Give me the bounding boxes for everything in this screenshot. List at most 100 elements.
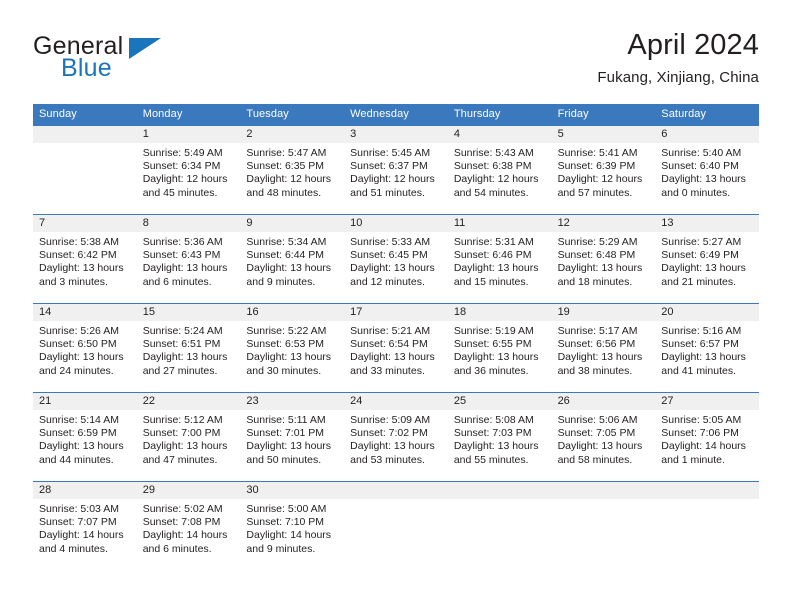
day-number[interactable]: 7: [33, 215, 137, 232]
sunrise-text: Sunrise: 5:31 AM: [453, 236, 534, 248]
daylight-text-line1: Daylight: 13 hours: [39, 262, 124, 275]
daylight-text-line1: Daylight: 13 hours: [39, 440, 124, 453]
day-cell[interactable]: Sunrise: 5:14 AM Sunset: 6:59 PM Dayligh…: [33, 410, 137, 481]
daylight-text-line1: Daylight: 13 hours: [350, 440, 435, 453]
daylight-text-line2: and 27 minutes.: [142, 364, 218, 377]
daylight-text-line2: and 55 minutes.: [453, 453, 529, 466]
daylight-text-line2: and 21 minutes.: [661, 275, 736, 288]
day-number[interactable]: 19: [552, 304, 656, 321]
day-cell[interactable]: Sunrise: 5:24 AM Sunset: 6:51 PM Dayligh…: [137, 321, 241, 392]
sunset-text: Sunset: 6:37 PM: [350, 160, 428, 173]
day-number[interactable]: 29: [137, 482, 241, 499]
day-number[interactable]: 4: [448, 126, 552, 143]
day-cell[interactable]: Sunrise: 5:34 AM Sunset: 6:44 PM Dayligh…: [240, 232, 344, 303]
day-cell[interactable]: Sunrise: 5:11 AM Sunset: 7:01 PM Dayligh…: [240, 410, 344, 481]
day-number[interactable]: 18: [448, 304, 552, 321]
sunrise-text: Sunrise: 5:09 AM: [350, 414, 431, 426]
day-cell[interactable]: Sunrise: 5:49 AM Sunset: 6:34 PM Dayligh…: [137, 143, 241, 214]
daylight-text-line2: and 24 minutes.: [39, 364, 114, 377]
week-daynumber-band: 21 22 23 24 25 26 27: [33, 393, 759, 410]
day-number[interactable]: 1: [137, 126, 241, 143]
day-number[interactable]: 23: [240, 393, 344, 410]
day-cell[interactable]: Sunrise: 5:06 AM Sunset: 7:05 PM Dayligh…: [552, 410, 656, 481]
day-cell[interactable]: Sunrise: 5:22 AM Sunset: 6:53 PM Dayligh…: [240, 321, 344, 392]
day-number[interactable]: 11: [448, 215, 552, 232]
day-number[interactable]: 20: [655, 304, 759, 321]
sunset-text: Sunset: 6:42 PM: [39, 249, 117, 262]
sunset-text: Sunset: 6:51 PM: [142, 338, 221, 351]
day-number[interactable]: 8: [137, 215, 241, 232]
day-cell[interactable]: Sunrise: 5:16 AM Sunset: 6:57 PM Dayligh…: [655, 321, 759, 392]
day-number[interactable]: 24: [344, 393, 448, 410]
week-detail-band: Sunrise: 5:49 AM Sunset: 6:34 PM Dayligh…: [33, 143, 759, 214]
daylight-text-line1: Daylight: 12 hours: [246, 173, 332, 186]
general-blue-logo[interactable]: General Blue: [33, 34, 163, 90]
day-cell[interactable]: Sunrise: 5:26 AM Sunset: 6:50 PM Dayligh…: [33, 321, 137, 392]
day-cell[interactable]: Sunrise: 5:36 AM Sunset: 6:43 PM Dayligh…: [137, 232, 241, 303]
day-cell[interactable]: Sunrise: 5:09 AM Sunset: 7:02 PM Dayligh…: [344, 410, 448, 481]
day-number[interactable]: 27: [655, 393, 759, 410]
day-cell[interactable]: Sunrise: 5:38 AM Sunset: 6:42 PM Dayligh…: [33, 232, 137, 303]
day-cell[interactable]: Sunrise: 5:02 AM Sunset: 7:08 PM Dayligh…: [137, 499, 241, 570]
day-cell[interactable]: Sunrise: 5:27 AM Sunset: 6:49 PM Dayligh…: [655, 232, 759, 303]
day-number[interactable]: 17: [344, 304, 448, 321]
sunrise-text: Sunrise: 5:27 AM: [661, 236, 742, 248]
daylight-text-line1: Daylight: 14 hours: [142, 529, 228, 542]
day-cell[interactable]: Sunrise: 5:41 AM Sunset: 6:39 PM Dayligh…: [552, 143, 656, 214]
sunset-text: Sunset: 6:40 PM: [661, 160, 739, 173]
sunset-text: Sunset: 7:06 PM: [661, 427, 739, 440]
weekday-header-friday: Friday: [557, 108, 589, 120]
day-cell[interactable]: Sunrise: 5:31 AM Sunset: 6:46 PM Dayligh…: [448, 232, 552, 303]
day-number[interactable]: 21: [33, 393, 137, 410]
daylight-text-line2: and 58 minutes.: [557, 453, 633, 466]
day-cell[interactable]: Sunrise: 5:47 AM Sunset: 6:35 PM Dayligh…: [240, 143, 344, 214]
day-number[interactable]: 13: [655, 215, 759, 232]
day-number[interactable]: 12: [552, 215, 656, 232]
day-number[interactable]: 22: [137, 393, 241, 410]
day-cell[interactable]: Sunrise: 5:45 AM Sunset: 6:37 PM Dayligh…: [344, 143, 448, 214]
day-cell[interactable]: Sunrise: 5:29 AM Sunset: 6:48 PM Dayligh…: [552, 232, 656, 303]
calendar-week-row: 21 22 23 24 25 26 27 Sunrise: 5:14 AM Su…: [33, 392, 759, 481]
day-number[interactable]: 10: [344, 215, 448, 232]
sunset-text: Sunset: 6:38 PM: [453, 160, 532, 173]
day-number[interactable]: 14: [33, 304, 137, 321]
day-cell[interactable]: Sunrise: 5:17 AM Sunset: 6:56 PM Dayligh…: [552, 321, 656, 392]
day-cell[interactable]: Sunrise: 5:43 AM Sunset: 6:38 PM Dayligh…: [448, 143, 552, 214]
weekday-header-saturday: Saturday: [661, 108, 707, 120]
day-number[interactable]: 26: [552, 393, 656, 410]
day-number[interactable]: 25: [448, 393, 552, 410]
day-cell[interactable]: Sunrise: 5:33 AM Sunset: 6:45 PM Dayligh…: [344, 232, 448, 303]
day-number[interactable]: 16: [240, 304, 344, 321]
day-cell[interactable]: Sunrise: 5:21 AM Sunset: 6:54 PM Dayligh…: [344, 321, 448, 392]
sunset-text: Sunset: 6:44 PM: [246, 249, 325, 262]
daylight-text-line2: and 45 minutes.: [142, 186, 218, 199]
day-cell[interactable]: Sunrise: 5:05 AM Sunset: 7:06 PM Dayligh…: [655, 410, 759, 481]
day-number[interactable]: [33, 126, 137, 143]
day-number[interactable]: 30: [240, 482, 344, 499]
page-subtitle: Fukang, Xinjiang, China: [597, 69, 759, 87]
day-cell[interactable]: Sunrise: 5:19 AM Sunset: 6:55 PM Dayligh…: [448, 321, 552, 392]
day-cell[interactable]: Sunrise: 5:03 AM Sunset: 7:07 PM Dayligh…: [33, 499, 137, 570]
daylight-text-line1: Daylight: 13 hours: [246, 440, 332, 453]
day-cell[interactable]: Sunrise: 5:08 AM Sunset: 7:03 PM Dayligh…: [448, 410, 552, 481]
day-cell[interactable]: Sunrise: 5:00 AM Sunset: 7:10 PM Dayligh…: [240, 499, 344, 570]
sunset-text: Sunset: 7:10 PM: [246, 516, 325, 529]
day-number[interactable]: 5: [552, 126, 656, 143]
day-number[interactable]: 6: [655, 126, 759, 143]
sunrise-text: Sunrise: 5:06 AM: [557, 414, 638, 426]
day-cell[interactable]: Sunrise: 5:12 AM Sunset: 7:00 PM Dayligh…: [137, 410, 241, 481]
daylight-text-line2: and 9 minutes.: [246, 542, 316, 555]
day-number[interactable]: 28: [33, 482, 137, 499]
daylight-text-line2: and 38 minutes.: [557, 364, 633, 377]
day-number[interactable]: 9: [240, 215, 344, 232]
sunset-text: Sunset: 7:07 PM: [39, 516, 117, 529]
day-number[interactable]: 3: [344, 126, 448, 143]
day-number[interactable]: 15: [137, 304, 241, 321]
day-cell[interactable]: Sunrise: 5:40 AM Sunset: 6:40 PM Dayligh…: [655, 143, 759, 214]
daylight-text-line1: Daylight: 13 hours: [661, 351, 746, 364]
calendar-page: General Blue April 2024 Fukang, Xinjiang…: [0, 0, 792, 612]
daylight-text-line1: Daylight: 13 hours: [246, 351, 332, 364]
sunrise-text: Sunrise: 5:26 AM: [39, 325, 119, 337]
day-number[interactable]: 2: [240, 126, 344, 143]
sunrise-text: Sunrise: 5:02 AM: [142, 503, 223, 515]
